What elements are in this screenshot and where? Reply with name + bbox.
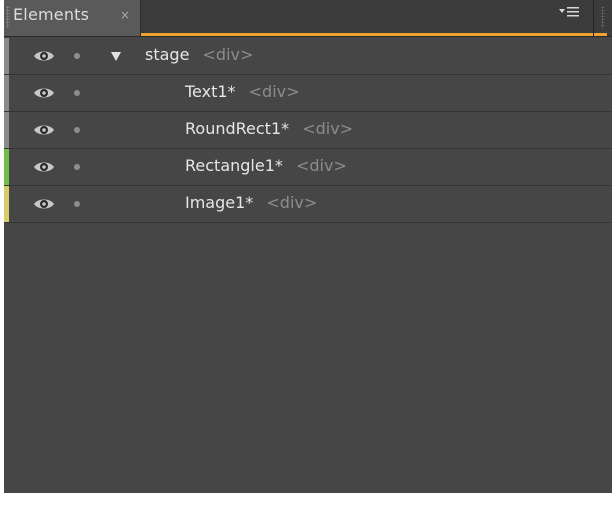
row-color-stripe xyxy=(4,186,9,222)
element-tag: <div> xyxy=(295,156,347,175)
eye-icon[interactable] xyxy=(33,123,55,137)
element-tag: <div> xyxy=(248,82,300,101)
element-label: RoundRect1* <div> xyxy=(185,112,353,148)
element-name: stage xyxy=(145,45,190,64)
eye-icon[interactable] xyxy=(33,49,55,63)
element-list: stage <div> Text1* <div> RoundRect1* <di… xyxy=(4,38,612,223)
element-row-rectangle1[interactable]: Rectangle1* <div> xyxy=(4,149,612,186)
lock-dot-icon[interactable] xyxy=(74,164,80,170)
element-row-image1[interactable]: Image1* <div> xyxy=(4,186,612,223)
eye-icon[interactable] xyxy=(33,197,55,211)
tab-elements[interactable]: Elements × xyxy=(4,0,141,36)
menu-dropdown-arrow-icon xyxy=(559,9,565,13)
element-tag: <div> xyxy=(202,45,254,64)
element-tag: <div> xyxy=(302,119,354,138)
row-color-stripe xyxy=(4,75,9,111)
header-divider xyxy=(593,0,594,36)
drag-grip-icon[interactable] xyxy=(6,6,10,28)
window-frame: Elements × stage <div> Text1* <div> Roun… xyxy=(0,0,616,521)
element-label: stage <div> xyxy=(145,38,253,74)
panel-grip-icon[interactable] xyxy=(601,6,605,28)
lock-dot-icon[interactable] xyxy=(74,127,80,133)
panel-menu-button[interactable] xyxy=(559,3,585,27)
eye-icon[interactable] xyxy=(33,86,55,100)
tab-elements-label: Elements xyxy=(13,5,90,24)
lock-dot-icon[interactable] xyxy=(74,53,80,59)
element-row-stage[interactable]: stage <div> xyxy=(4,38,612,75)
element-name: Text1* xyxy=(185,82,236,101)
expand-triangle-icon[interactable] xyxy=(111,52,121,61)
elements-panel: Elements × stage <div> Text1* <div> Roun… xyxy=(4,0,612,493)
row-color-stripe xyxy=(4,112,9,148)
element-name: Image1* xyxy=(185,193,254,212)
panel-header: Elements × xyxy=(4,0,612,37)
element-row-roundrect1[interactable]: RoundRect1* <div> xyxy=(4,112,612,149)
row-color-stripe xyxy=(4,149,9,185)
eye-icon[interactable] xyxy=(33,160,55,174)
tab-accent-bar xyxy=(141,33,607,36)
element-label: Text1* <div> xyxy=(185,75,300,111)
element-tag: <div> xyxy=(266,193,318,212)
close-icon[interactable]: × xyxy=(120,8,130,22)
lock-dot-icon[interactable] xyxy=(74,90,80,96)
element-name: RoundRect1* xyxy=(185,119,290,138)
lock-dot-icon[interactable] xyxy=(74,201,80,207)
row-color-stripe xyxy=(4,38,9,74)
element-label: Image1* <div> xyxy=(185,186,317,222)
menu-lines-icon xyxy=(567,7,579,18)
element-label: Rectangle1* <div> xyxy=(185,149,347,185)
element-name: Rectangle1* xyxy=(185,156,283,175)
element-row-text1[interactable]: Text1* <div> xyxy=(4,75,612,112)
